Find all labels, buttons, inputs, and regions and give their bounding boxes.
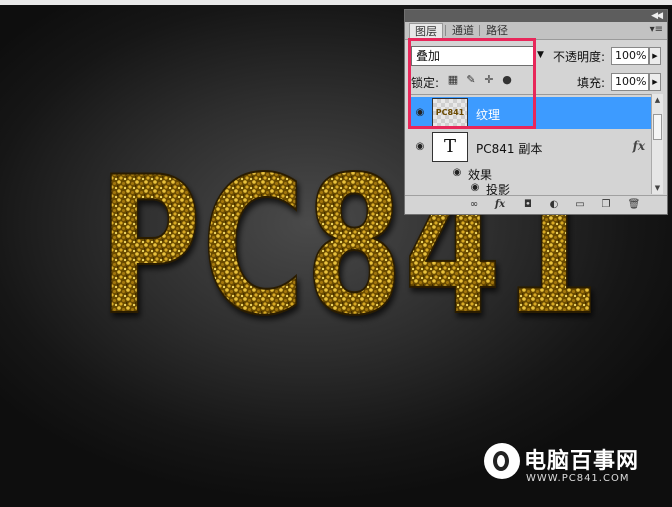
- fill-slider-button[interactable]: ▶: [649, 73, 661, 91]
- layer-name[interactable]: PC841 副本: [476, 140, 542, 157]
- watermark: 电脑百事网 WWW.PC841.COM: [484, 439, 664, 495]
- effects-row[interactable]: ◉ 效果: [410, 165, 651, 182]
- layer-row-texture[interactable]: ◉ PC841 纹理: [410, 97, 651, 129]
- panel-tabs: 图层 通道 路径 ▾≡: [405, 22, 667, 40]
- mask-icon[interactable]: ◘: [521, 198, 535, 211]
- layer-name[interactable]: 纹理: [476, 106, 500, 123]
- link-icon[interactable]: ∞: [467, 198, 481, 211]
- adjustment-icon[interactable]: ◐: [547, 198, 561, 211]
- brand-name: 电脑百事网: [524, 449, 640, 474]
- layers-panel: ◀◀ 图层 通道 路径 ▾≡ 叠加 ▼ 不透明度: 100% ▶ 锁定: ▦ ✎…: [404, 9, 668, 215]
- new-layer-icon[interactable]: ❐: [599, 198, 613, 211]
- tab-paths[interactable]: 路径: [481, 23, 513, 39]
- fx-icon[interactable]: fx: [493, 198, 507, 211]
- lock-row: 锁定: ▦ ✎ ✛ ● 填充: 100% ▶: [411, 72, 663, 92]
- chevron-down-icon[interactable]: ▼: [537, 50, 544, 60]
- lock-paint-icon[interactable]: ✎: [465, 74, 477, 86]
- collapse-icon[interactable]: ◀◀: [651, 10, 663, 22]
- opacity-label: 不透明度:: [553, 50, 606, 64]
- lock-all-icon[interactable]: ●: [501, 74, 513, 86]
- lock-move-icon[interactable]: ✛: [483, 74, 495, 86]
- blend-row: 叠加 ▼ 不透明度: 100% ▶: [411, 46, 663, 66]
- opacity-slider-button[interactable]: ▶: [649, 47, 661, 65]
- layers-scrollbar[interactable]: ▲ ▼: [651, 94, 663, 194]
- brand-logo-mark: [493, 451, 509, 471]
- eye-icon[interactable]: ◉: [413, 141, 427, 153]
- tab-channels[interactable]: 通道: [447, 23, 479, 39]
- eye-icon[interactable]: ◉: [450, 167, 464, 179]
- eye-icon[interactable]: ◉: [413, 107, 427, 119]
- scrollbar-thumb[interactable]: [653, 114, 662, 140]
- tab-layers[interactable]: 图层: [409, 23, 443, 39]
- fx-icon[interactable]: fx: [633, 139, 645, 153]
- fill-label: 填充:: [577, 76, 606, 90]
- effect-item-row[interactable]: ◉ 投影: [410, 181, 651, 195]
- blend-mode-select[interactable]: 叠加: [411, 46, 534, 66]
- panel-titlebar[interactable]: ◀◀: [405, 10, 667, 22]
- trash-icon[interactable]: 🗑: [627, 198, 641, 211]
- scroll-up-icon[interactable]: ▲: [652, 94, 663, 106]
- panel-bottom-toolbar: ∞ fx ◘ ◐ ▭ ❐ 🗑: [405, 195, 667, 214]
- lock-transparency-icon[interactable]: ▦: [447, 74, 459, 86]
- brand-logo: [484, 443, 520, 479]
- tab-divider: [479, 25, 480, 36]
- scroll-down-icon[interactable]: ▼: [652, 182, 663, 194]
- effect-item-label: 投影: [486, 183, 511, 195]
- layer-row-text[interactable]: ◉ T PC841 副本 fx: [410, 131, 651, 163]
- text-layer-thumbnail: T: [432, 132, 468, 162]
- opacity-input[interactable]: 100%: [611, 47, 649, 65]
- lock-label: 锁定:: [411, 76, 440, 90]
- tab-divider: [445, 25, 446, 36]
- folder-icon[interactable]: ▭: [573, 198, 587, 211]
- eye-icon[interactable]: ◉: [468, 182, 482, 194]
- fill-input[interactable]: 100%: [611, 73, 649, 91]
- thumbnail-text: PC841: [435, 108, 465, 117]
- layers-list: ◉ PC841 纹理 ◉ T PC841 副本 fx ◉ 效果 ◉ 投影: [410, 94, 651, 195]
- brand-url: WWW.PC841.COM: [526, 473, 630, 484]
- panel-menu-icon[interactable]: ▾≡: [650, 24, 663, 35]
- layer-thumbnail: PC841: [432, 98, 468, 128]
